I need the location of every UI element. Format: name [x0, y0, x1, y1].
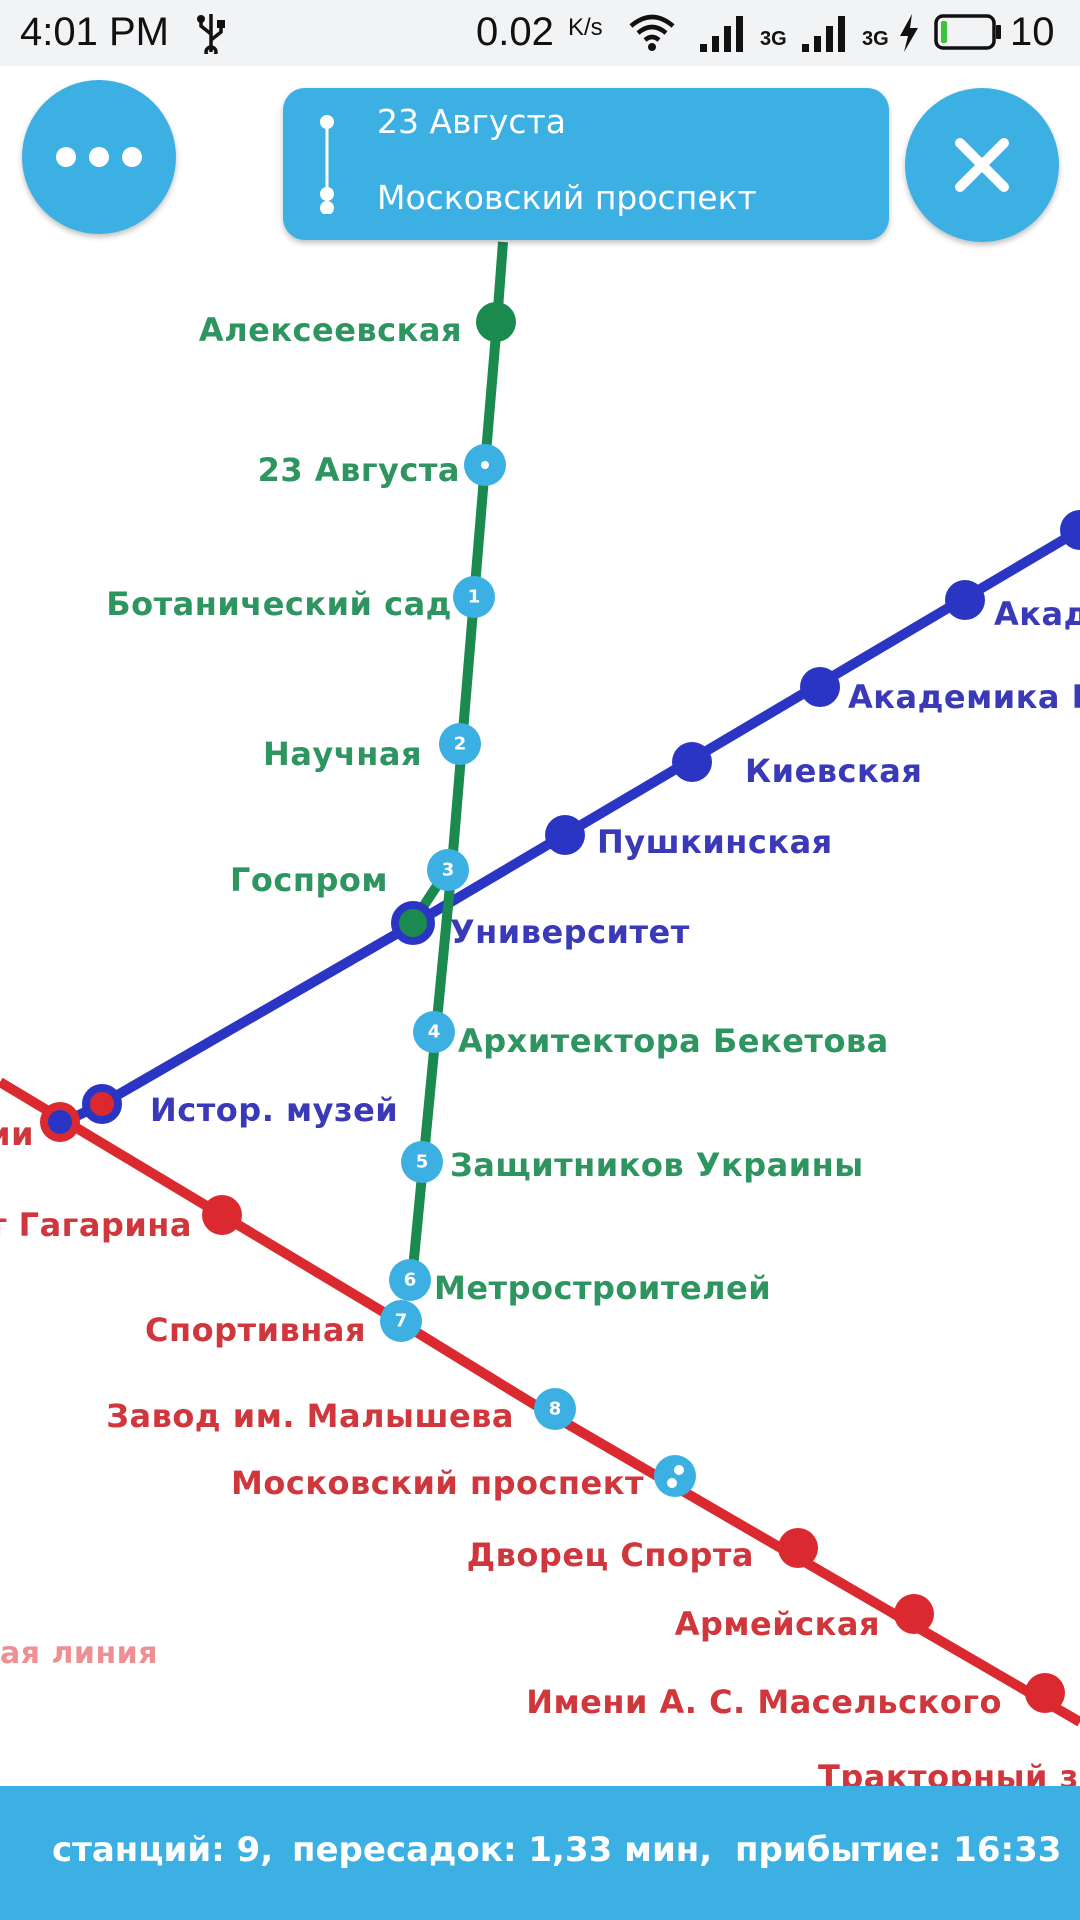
station-transfer-universitet[interactable] [391, 901, 435, 945]
usb-icon [197, 14, 225, 54]
menu-button[interactable] [22, 80, 176, 234]
station-dot-akademika-p[interactable] [800, 667, 840, 707]
route-number-8: 8 [549, 1399, 562, 1420]
station-label-pushkinskaya[interactable]: Пушкинская [597, 823, 833, 861]
signal-strength-icon-2 [802, 16, 845, 52]
station-dot-kievskaya[interactable] [672, 742, 712, 782]
battery-icon [934, 14, 1001, 50]
route-card[interactable]: 23 Августа Московский проспект [283, 88, 889, 240]
route-number-6: 6 [404, 1270, 417, 1291]
station-dot-maselskogo[interactable] [1025, 1673, 1065, 1713]
route-from[interactable]: 23 Августа [377, 102, 566, 141]
station-route-moskovsky[interactable] [654, 1455, 696, 1497]
station-dot-dvorets-sporta[interactable] [778, 1528, 818, 1568]
close-icon [955, 138, 1009, 192]
station-dot-alekseevskaya[interactable] [476, 302, 516, 342]
station-label-moskovsky[interactable]: Московский проспект [231, 1464, 644, 1502]
station-dot-armeyskaya[interactable] [894, 1594, 934, 1634]
station-label-kievskaya[interactable]: Киевская [745, 752, 922, 790]
station-label-gosprom[interactable]: Госпром [230, 861, 388, 899]
station-dot-gagarina[interactable] [202, 1195, 242, 1235]
network-type-label-2: 3G [862, 28, 889, 50]
station-label-traktorny[interactable]: Тракторный за [818, 1758, 1080, 1786]
summary-stations: станций: 9, [52, 1830, 274, 1870]
route-summary-bar: станций: 9, пересадок: 1, 33 мин, прибыт… [0, 1786, 1080, 1920]
station-label-botanical[interactable]: Ботанический сад [106, 585, 452, 623]
metro-map[interactable]: Алексеевская 23 Августа 1 Ботанический с… [0, 66, 1080, 1786]
station-label-sportivnaya[interactable]: Спортивная [145, 1311, 366, 1349]
route-end-marker-b [674, 1465, 684, 1475]
net-speed: 0.02 [476, 10, 554, 54]
station-label-armeyskaya[interactable]: Армейская [675, 1605, 880, 1643]
station-label-dvorets-sporta[interactable]: Дворец Спорта [467, 1536, 754, 1574]
station-label-nauchnaya[interactable]: Научная [263, 735, 422, 773]
battery-level: 10 [1010, 10, 1055, 54]
route-number-5: 5 [416, 1152, 429, 1173]
net-speed-unit: K/s [568, 14, 603, 41]
station-dot-pushkinskaya[interactable] [545, 815, 585, 855]
station-label-maselskogo[interactable]: Имени А. С. Масельского [526, 1683, 1002, 1721]
route-to[interactable]: Московский проспект [377, 178, 757, 217]
red-line-name-label: ая линия [0, 1636, 158, 1671]
route-path-icon [320, 115, 334, 214]
station-transfer-left[interactable] [40, 1102, 80, 1142]
station-transfer-istor-muzey[interactable] [82, 1084, 122, 1124]
station-label-beketova[interactable]: Архитектора Бекетова [458, 1022, 889, 1060]
summary-transfers: пересадок: 1, [292, 1830, 565, 1870]
station-label-zashchitnikov[interactable]: Защитников Украины [450, 1146, 864, 1184]
status-time: 4:01 PM [20, 10, 169, 54]
summary-arrival: прибытие: 16:33 [735, 1830, 1062, 1870]
station-label-metrostroiteley[interactable]: Метростроителей [434, 1269, 771, 1307]
route-end-marker-a [667, 1478, 677, 1488]
station-label-akademika-p[interactable]: Академика П [848, 678, 1080, 716]
route-start-marker [481, 461, 489, 469]
station-label-alekseevskaya[interactable]: Алексеевская [199, 311, 462, 349]
route-number-3: 3 [442, 860, 455, 881]
close-button[interactable] [905, 88, 1059, 242]
status-bar: 4:01 PM 0.02 K/s 3G 3G 10 [0, 0, 1080, 66]
route-number-2: 2 [454, 734, 467, 755]
station-dot-akad[interactable] [945, 580, 985, 620]
signal-strength-icon [700, 16, 743, 52]
station-label-istor-muzey[interactable]: Истор. музей [150, 1091, 398, 1129]
more-horizontal-icon [56, 147, 142, 167]
wifi-icon [629, 14, 675, 51]
station-label-ii[interactable]: ии [0, 1115, 34, 1153]
charging-bolt-icon [900, 14, 918, 52]
station-label-gagarina[interactable]: т Гагарина [0, 1206, 192, 1244]
summary-duration: 33 мин, [565, 1830, 713, 1870]
route-number-1: 1 [468, 587, 481, 608]
station-label-akad[interactable]: Акад [994, 595, 1080, 633]
station-label-malysheva[interactable]: Завод им. Малышева [106, 1397, 514, 1435]
network-type-label: 3G [760, 28, 787, 50]
station-label-universitet[interactable]: Университет [450, 913, 690, 951]
station-label-23-avgusta[interactable]: 23 Августа [258, 451, 460, 489]
route-number-4: 4 [428, 1022, 441, 1043]
route-number-7: 7 [395, 1311, 408, 1332]
